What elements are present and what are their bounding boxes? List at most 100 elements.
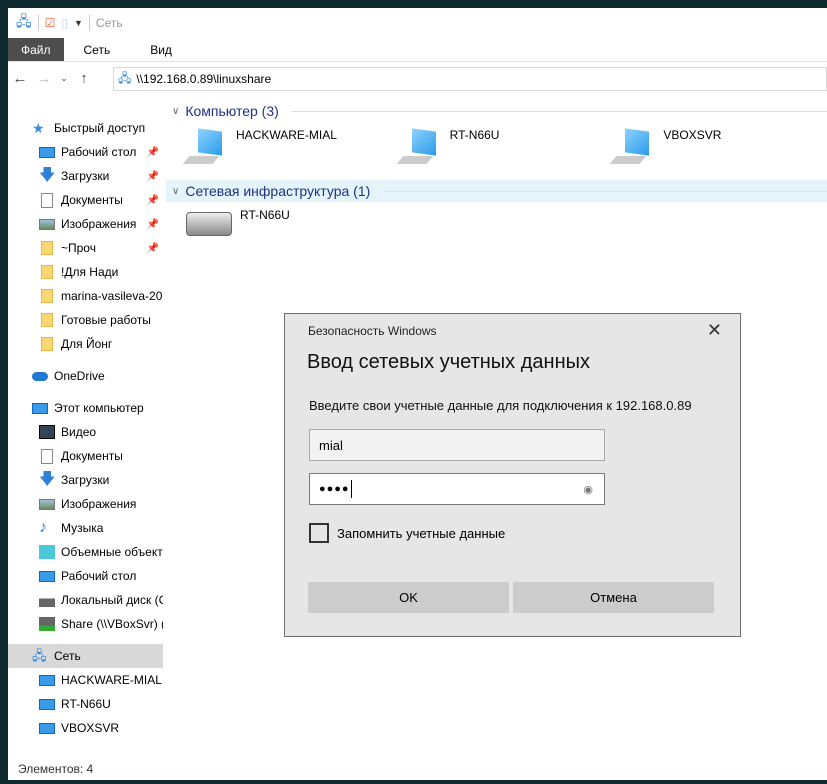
computer-icon (39, 674, 55, 686)
sidebar-item-label: Загрузки (61, 473, 110, 487)
tab-file[interactable]: Файл (8, 38, 64, 61)
sidebar-item[interactable]: Объемные объекты (8, 540, 163, 564)
sidebar-item[interactable]: Локальный диск (C:) (8, 588, 163, 612)
pin-icon[interactable]: 📌 (147, 219, 159, 230)
new-folder-icon[interactable]: ▯ (61, 16, 68, 30)
sidebar-item-label: Объемные объекты (61, 545, 163, 559)
sidebar-item[interactable]: ~Проч 📌 (8, 236, 163, 260)
sidebar-item-label: VBOXSVR (61, 721, 120, 735)
remember-checkbox[interactable] (309, 523, 329, 543)
close-icon[interactable]: ✕ (707, 320, 722, 341)
item-label: HACKWARE-MIAL (236, 128, 337, 142)
item-label: RT-N66U (449, 128, 500, 142)
status-bar: Элементов: 4 (8, 757, 827, 780)
sidebar-item[interactable]: !Для Нади (8, 260, 163, 284)
recent-chevron-down-icon[interactable]: ⌄ (56, 73, 72, 84)
computer-icon (39, 698, 55, 710)
sidebar-item[interactable]: 🡇 Загрузки 📌 (8, 164, 163, 188)
credentials-dialog: Безопасность Windows ✕ Ввод сетевых учет… (284, 313, 741, 637)
sidebar-item[interactable]: Документы 📌 (8, 188, 163, 212)
dialog-title: Ввод сетевых учетных данных (307, 351, 590, 373)
tab-view[interactable]: Вид (130, 38, 192, 61)
network-item[interactable]: RT-N66U (396, 122, 614, 180)
sidebar-item-quick-access[interactable]: ★ Быстрый доступ (8, 116, 163, 140)
folder-icon (41, 313, 53, 327)
network-item[interactable]: VBOXSVR (609, 122, 827, 180)
sidebar-item-label: Этот компьютер (54, 401, 144, 415)
download-icon: 🡇 (39, 471, 56, 488)
folder-icon (41, 265, 53, 279)
group-header-computers[interactable]: ∨ Компьютер (3) (166, 100, 827, 122)
sidebar-item-label: Для Йонг (61, 337, 113, 351)
sidebar-item[interactable]: Для Йонг (8, 332, 163, 356)
item-count: Элементов: 4 (18, 761, 94, 776)
computer-icon (396, 128, 442, 170)
computer-icon (609, 128, 655, 170)
network-icon: 🖧 (118, 70, 132, 85)
computer-icon (182, 128, 228, 170)
sidebar-item[interactable]: Изображения (8, 492, 163, 516)
group-header-infrastructure[interactable]: ∨ Сетевая инфраструктура (1) (166, 180, 827, 202)
properties-icon[interactable]: ☑ (45, 16, 56, 30)
dialog-caption: Безопасность Windows (308, 324, 437, 338)
router-icon (186, 212, 232, 236)
address-bar[interactable]: 🖧 \\192.168.0.89\linuxshare (113, 67, 827, 91)
sidebar-item[interactable]: marina-vasileva-201 (8, 284, 163, 308)
title-bar: 🖧 ☑ ▯ ▼ Сеть (8, 8, 827, 38)
password-field[interactable]: ●●●● ◉ (309, 473, 605, 505)
up-arrow-icon[interactable]: ↑ (72, 70, 96, 87)
cancel-button[interactable]: Отмена (513, 582, 714, 613)
sidebar-item-label: marina-vasileva-201 (61, 289, 163, 303)
sidebar-item[interactable]: Готовые работы (8, 308, 163, 332)
sidebar-item-label: RT-N66U (61, 697, 111, 711)
sidebar-item[interactable]: ♪ Музыка (8, 516, 163, 540)
sidebar-item-label: Локальный диск (C:) (61, 593, 163, 607)
pin-icon[interactable]: 📌 (147, 147, 159, 158)
pin-icon[interactable]: 📌 (147, 195, 159, 206)
username-field[interactable]: mial (309, 429, 605, 461)
desktop-icon (39, 570, 55, 582)
ribbon-tabs: Файл Сеть Вид (8, 38, 827, 62)
sidebar-item-label: Изображения (61, 217, 137, 231)
back-arrow-icon[interactable]: ← (8, 70, 32, 87)
sidebar-item[interactable]: RT-N66U (8, 692, 163, 716)
sidebar-item[interactable]: Рабочий стол (8, 564, 163, 588)
folder-icon (41, 337, 53, 351)
group-title: Компьютер (3) (185, 103, 279, 119)
sidebar-item[interactable]: Документы (8, 444, 163, 468)
sidebar-item-this-pc[interactable]: Этот компьютер (8, 396, 163, 420)
chevron-down-icon: ∨ (172, 185, 180, 197)
window-title: Сеть (95, 16, 123, 30)
pin-icon[interactable]: 📌 (147, 243, 159, 254)
network-item[interactable]: RT-N66U (186, 202, 440, 260)
sidebar-item-label: HACKWARE-MIAL (61, 673, 162, 687)
dialog-message: Введите свои учетные данные для подключе… (309, 398, 692, 413)
tab-network[interactable]: Сеть (64, 38, 131, 61)
sidebar-item[interactable]: Изображения 📌 (8, 212, 163, 236)
reveal-password-eye-icon[interactable]: ◉ (583, 483, 594, 496)
sidebar-item-onedrive[interactable]: OneDrive (8, 364, 163, 388)
network-item[interactable]: HACKWARE-MIAL (182, 122, 400, 180)
sidebar-item[interactable]: Видео (8, 420, 163, 444)
item-label: RT-N66U (240, 208, 290, 222)
network-icon: 🖧 (32, 648, 47, 663)
sidebar-item[interactable]: 🡇 Загрузки (8, 468, 163, 492)
sidebar-item[interactable]: Share (\\VBoxSvr) (Z:) (8, 612, 163, 636)
sidebar-item-label: Музыка (61, 521, 104, 535)
sidebar-item[interactable]: VBOXSVR (8, 716, 163, 740)
forward-arrow-icon[interactable]: → (32, 70, 56, 87)
ok-button[interactable]: OK (308, 582, 509, 613)
text-caret (350, 480, 352, 498)
customize-toolbar-icon[interactable]: ▼ (74, 18, 83, 28)
group-title: Сетевая инфраструктура (1) (185, 183, 371, 199)
divider (37, 15, 39, 31)
sidebar-item[interactable]: HACKWARE-MIAL (8, 668, 163, 692)
sidebar-item-network[interactable]: 🖧 Сеть (8, 644, 163, 668)
folder-icon (41, 241, 53, 255)
sidebar-item-label: Сеть (54, 649, 81, 663)
sidebar-item-label: Документы (61, 193, 123, 207)
remember-label[interactable]: Запомнить учетные данные (337, 526, 505, 541)
pin-icon[interactable]: 📌 (147, 171, 159, 182)
sidebar-item[interactable]: Рабочий стол 📌 (8, 140, 163, 164)
sidebar-item-label: Видео (61, 425, 97, 439)
